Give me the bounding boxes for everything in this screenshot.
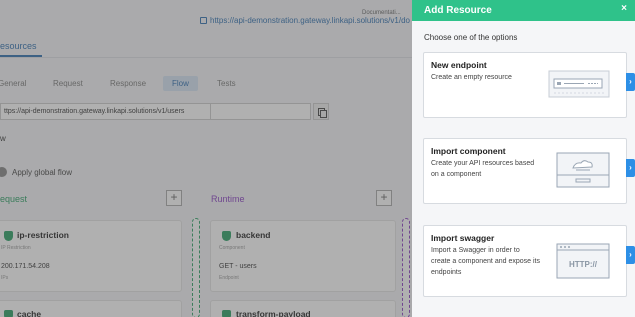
panel-header: Add Resource × — [412, 0, 635, 21]
close-icon[interactable]: × — [621, 3, 627, 14]
option-description: Import a Swagger in order to create a co… — [431, 247, 540, 276]
chevron-right-icon[interactable]: › — [626, 159, 635, 177]
swagger-illustration-icon: HTTP:// — [556, 243, 610, 279]
option-title: Import component — [431, 146, 506, 156]
swagger-illustration-text: HTTP:// — [569, 260, 598, 269]
modal-overlay[interactable] — [0, 0, 412, 317]
chevron-right-icon[interactable]: › — [626, 73, 635, 91]
new-endpoint-illustration-icon — [548, 70, 610, 98]
option-title: Import swagger — [431, 233, 495, 243]
option-import-component[interactable]: Import component Create your API resourc… — [423, 138, 635, 204]
add-resource-panel: Add Resource × Choose one of the options… — [412, 0, 635, 317]
panel-title: Add Resource — [424, 5, 492, 16]
chevron-right-icon[interactable]: › — [626, 246, 635, 264]
option-new-endpoint[interactable]: New endpoint Create an empty resource › — [423, 52, 635, 118]
option-title: New endpoint — [431, 60, 487, 70]
panel-subtitle: Choose one of the options — [424, 33, 518, 42]
option-description: Create your API resources based on a com… — [431, 160, 535, 178]
option-import-swagger[interactable]: Import swagger Import a Swagger in order… — [423, 225, 635, 297]
option-description: Create an empty resource — [431, 74, 512, 81]
import-component-illustration-icon — [556, 152, 610, 188]
